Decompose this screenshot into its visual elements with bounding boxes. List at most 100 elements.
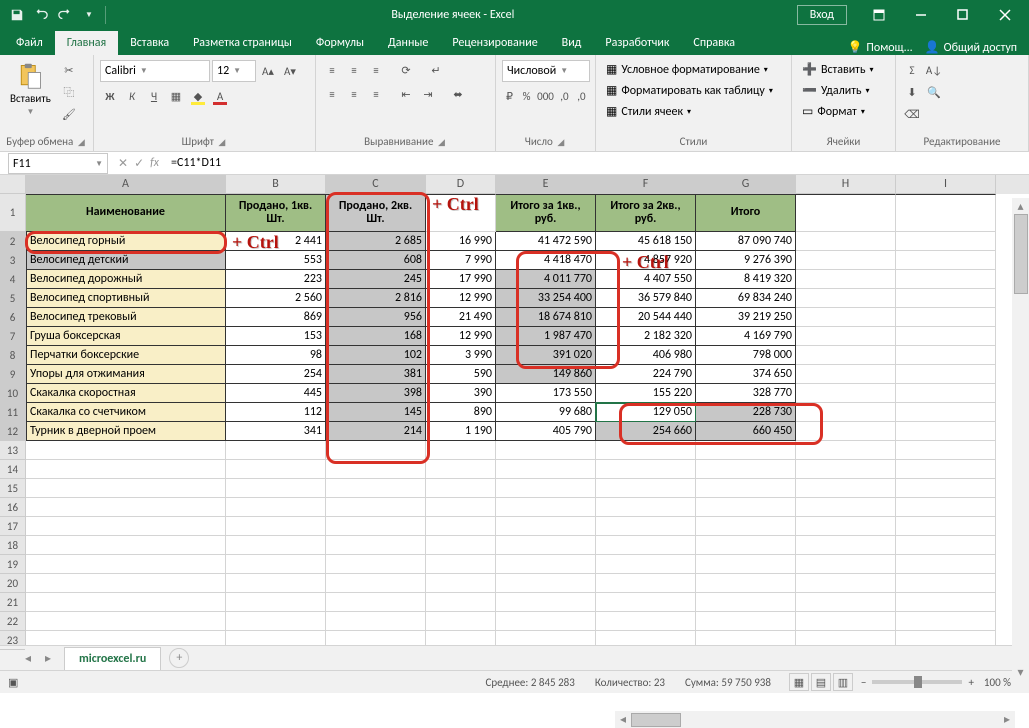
- scroll-thumb-h[interactable]: [631, 713, 681, 727]
- currency-icon[interactable]: ₽: [502, 86, 517, 106]
- zoom-level[interactable]: 100 %: [984, 676, 1011, 689]
- cell[interactable]: 398: [326, 384, 426, 403]
- cell[interactable]: Велосипед горный: [26, 232, 226, 251]
- copy-icon[interactable]: ⿻: [59, 82, 79, 102]
- cell[interactable]: 254 660: [596, 422, 696, 441]
- cell[interactable]: 112: [226, 403, 326, 422]
- col-header-B[interactable]: B: [226, 175, 326, 194]
- increase-decimal-icon[interactable]: ,0: [557, 86, 572, 106]
- row-header-11[interactable]: 11: [0, 403, 25, 422]
- percent-icon[interactable]: %: [519, 86, 534, 106]
- row-header-17[interactable]: 17: [0, 517, 25, 536]
- cell[interactable]: 41 472 590: [496, 232, 596, 251]
- border-icon[interactable]: ▦: [166, 86, 186, 106]
- sheet-nav-prev-icon[interactable]: ◂: [18, 648, 38, 668]
- col-header-A[interactable]: A: [26, 175, 226, 194]
- cell[interactable]: 12 990: [426, 327, 496, 346]
- cell[interactable]: 3 990: [426, 346, 496, 365]
- cell[interactable]: 391 020: [496, 346, 596, 365]
- sheet-nav-next-icon[interactable]: ▸: [38, 648, 58, 668]
- cell[interactable]: 214: [326, 422, 426, 441]
- cell[interactable]: 21 490: [426, 308, 496, 327]
- clear-icon[interactable]: ⌫: [902, 104, 922, 124]
- decrease-font-icon[interactable]: A▾: [280, 61, 300, 81]
- share-button[interactable]: 👤Общий доступ: [925, 40, 1017, 55]
- fill-icon[interactable]: ⬇: [902, 82, 922, 102]
- cell[interactable]: 328 770: [696, 384, 796, 403]
- comma-icon[interactable]: 000: [536, 86, 555, 106]
- cell[interactable]: 223: [226, 270, 326, 289]
- col-header-E[interactable]: E: [496, 175, 596, 194]
- paste-button[interactable]: Вставить ▼: [6, 60, 55, 119]
- record-macro-icon[interactable]: ▣: [8, 676, 18, 689]
- decrease-indent-icon[interactable]: ⇤: [396, 84, 416, 104]
- cell[interactable]: 33 254 400: [496, 289, 596, 308]
- orientation-icon[interactable]: ⟳: [396, 60, 416, 80]
- cell[interactable]: 16 990: [426, 232, 496, 251]
- cell[interactable]: 2 685: [326, 232, 426, 251]
- row-header-5[interactable]: 5: [0, 289, 25, 308]
- maximize-icon[interactable]: [943, 0, 983, 29]
- cell-styles-button[interactable]: ▦Стили ячеек▾: [602, 102, 695, 121]
- col-header-D[interactable]: D: [426, 175, 496, 194]
- cell[interactable]: Упоры для отжимания: [26, 365, 226, 384]
- insert-cells-button[interactable]: ➕Вставить▾: [798, 60, 877, 79]
- cell[interactable]: 39 219 250: [696, 308, 796, 327]
- row-header-18[interactable]: 18: [0, 536, 25, 555]
- normal-view-icon[interactable]: ▦: [789, 673, 809, 691]
- vertical-scrollbar[interactable]: ▴ ▾: [1012, 198, 1029, 680]
- cell[interactable]: 17 990: [426, 270, 496, 289]
- row-header-10[interactable]: 10: [0, 384, 25, 403]
- cell[interactable]: 8 419 320: [696, 270, 796, 289]
- format-painter-icon[interactable]: 🖌: [59, 104, 79, 124]
- autosum-icon[interactable]: Σ: [902, 60, 922, 80]
- minimize-icon[interactable]: [901, 0, 941, 29]
- scroll-up-icon[interactable]: ▴: [1013, 198, 1029, 214]
- cell[interactable]: 956: [326, 308, 426, 327]
- col-header-G[interactable]: G: [696, 175, 796, 194]
- row-header-12[interactable]: 12: [0, 422, 25, 441]
- sign-in-button[interactable]: Вход: [797, 5, 847, 25]
- cell[interactable]: Велосипед трековый: [26, 308, 226, 327]
- conditional-formatting-button[interactable]: ▦Условное форматирование▾: [602, 60, 772, 79]
- number-format-combo[interactable]: Числовой▼: [502, 60, 590, 82]
- cell[interactable]: Скакалка со счетчиком: [26, 403, 226, 422]
- cell[interactable]: 390: [426, 384, 496, 403]
- delete-cells-button[interactable]: ➖Удалить▾: [798, 81, 874, 100]
- save-icon[interactable]: [6, 4, 28, 26]
- cell[interactable]: 168: [326, 327, 426, 346]
- worksheet-grid[interactable]: 1234567891011121314151617181920212223 AB…: [0, 175, 1029, 645]
- cell[interactable]: Скакалка скоростная: [26, 384, 226, 403]
- tell-me-button[interactable]: 💡Помощ...: [847, 40, 912, 55]
- cell[interactable]: 2 816: [326, 289, 426, 308]
- cell[interactable]: 890: [426, 403, 496, 422]
- align-bottom-icon[interactable]: ≡: [366, 60, 386, 80]
- cell[interactable]: 2 182 320: [596, 327, 696, 346]
- undo-icon[interactable]: [30, 4, 52, 26]
- cell[interactable]: 145: [326, 403, 426, 422]
- scroll-left-icon[interactable]: ◂: [615, 712, 631, 728]
- italic-button[interactable]: К: [122, 86, 142, 106]
- row-header-21[interactable]: 21: [0, 593, 25, 612]
- cell[interactable]: 45 618 150: [596, 232, 696, 251]
- cell[interactable]: 245: [326, 270, 426, 289]
- row-header-3[interactable]: 3: [0, 251, 25, 270]
- cell[interactable]: 4 169 790: [696, 327, 796, 346]
- cell[interactable]: 374 650: [696, 365, 796, 384]
- tab-review[interactable]: Рецензирование: [440, 31, 549, 55]
- cell[interactable]: 405 790: [496, 422, 596, 441]
- cell[interactable]: Велосипед дорожный: [26, 270, 226, 289]
- align-left-icon[interactable]: ≡: [322, 84, 342, 104]
- row-header-22[interactable]: 22: [0, 612, 25, 631]
- row-header-20[interactable]: 20: [0, 574, 25, 593]
- row-header-23[interactable]: 23: [0, 631, 25, 650]
- cut-icon[interactable]: ✂: [59, 60, 79, 80]
- cell[interactable]: 2 441: [226, 232, 326, 251]
- zoom-slider[interactable]: [872, 680, 962, 684]
- cell[interactable]: 149 860: [496, 365, 596, 384]
- row-header-7[interactable]: 7: [0, 327, 25, 346]
- cell[interactable]: 2 560: [226, 289, 326, 308]
- formula-bar[interactable]: =C11*D11: [165, 156, 1029, 170]
- tab-pagelayout[interactable]: Разметка страницы: [181, 31, 304, 55]
- align-center-icon[interactable]: ≡: [344, 84, 364, 104]
